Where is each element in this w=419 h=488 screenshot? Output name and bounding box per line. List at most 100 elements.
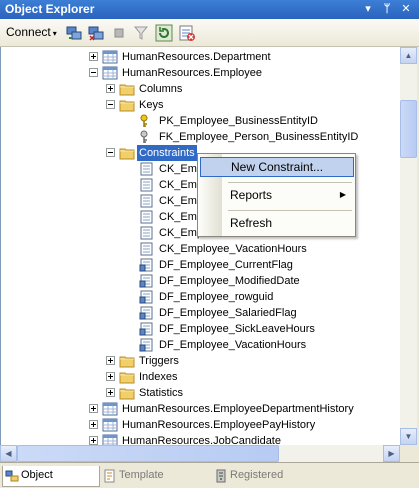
tab-label: Registered Servers (230, 469, 284, 481)
collapse-icon[interactable] (106, 148, 115, 157)
scroll-right-button[interactable]: ▶ (383, 445, 400, 462)
tree-node[interactable]: HumanResources.Employee (1, 65, 400, 81)
scroll-left-button[interactable]: ◀ (0, 445, 17, 462)
refresh-icon[interactable] (155, 24, 173, 42)
menu-separator (228, 182, 352, 183)
table-icon (102, 434, 118, 445)
scroll-down-button[interactable]: ▼ (400, 428, 417, 445)
tab-label: Object Explorer (21, 469, 53, 481)
check-constraint-icon (139, 194, 155, 208)
expand-icon[interactable] (89, 420, 98, 429)
table-icon (102, 66, 118, 80)
tree-node-label: HumanResources.Department (122, 51, 271, 63)
tree-node[interactable]: FK_Employee_Person_BusinessEntityID (1, 129, 400, 145)
collapse-icon[interactable] (106, 100, 115, 109)
window-position-icon[interactable]: ▾ (360, 1, 376, 17)
scroll-thumb[interactable] (400, 100, 417, 158)
properties-icon[interactable] (178, 24, 196, 42)
menu-item-refresh[interactable]: Refresh (200, 214, 354, 234)
tree-node[interactable]: HumanResources.Department (1, 49, 400, 65)
tree-node[interactable]: HumanResources.JobCandidate (1, 433, 400, 445)
tree-node-label: DF_Employee_CurrentFlag (159, 259, 293, 271)
primary-key-icon (139, 114, 155, 128)
menu-item-label: Refresh (230, 216, 273, 230)
tree-node[interactable]: DF_Employee_CurrentFlag (1, 257, 400, 273)
close-icon[interactable]: ✕ (398, 1, 414, 17)
check-constraint-icon (139, 226, 155, 240)
object-tree[interactable]: HumanResources.Department HumanResources.… (0, 47, 400, 445)
folder-icon (119, 354, 135, 368)
expand-icon[interactable] (106, 84, 115, 93)
panel-title-bar: Object Explorer ▾ ᛘ ✕ (0, 0, 419, 19)
auto-hide-pin-icon[interactable]: ᛘ (379, 1, 395, 17)
tree-node-label: FK_Employee_Person_BusinessEntityID (159, 131, 359, 143)
tree-node-label: DF_Employee_rowguid (159, 291, 274, 303)
tree-node-label: Constraints (137, 145, 197, 161)
menu-item-label: Reports (230, 188, 273, 202)
expand-icon[interactable] (106, 372, 115, 381)
tree-node[interactable]: Statistics (1, 385, 400, 401)
context-menu: New Constraint... Reports ▶ Refresh (197, 153, 356, 237)
default-constraint-icon (139, 306, 155, 320)
check-constraint-icon (139, 210, 155, 224)
tree-node[interactable]: HumanResources.EmployeeDepartmentHistory (1, 401, 400, 417)
tree-node[interactable]: DF_Employee_rowguid (1, 289, 400, 305)
connect-label: Connect (6, 25, 51, 39)
tree-node-label: Keys (139, 99, 164, 111)
expand-icon[interactable] (106, 356, 115, 365)
tree-node[interactable]: Columns (1, 81, 400, 97)
tab-object-explorer[interactable]: Object Explorer (2, 466, 100, 487)
folder-icon (119, 146, 135, 160)
filter-icon[interactable] (132, 24, 150, 42)
disconnect-icon[interactable] (87, 24, 105, 42)
check-constraint-icon (139, 242, 155, 256)
menu-item-label: New Constraint... (231, 160, 324, 174)
tree-node[interactable]: PK_Employee_BusinessEntityID (1, 113, 400, 129)
menu-separator (228, 210, 352, 211)
menu-item-new-constraint[interactable]: New Constraint... (200, 157, 354, 177)
menu-item-reports[interactable]: Reports ▶ (200, 186, 354, 206)
tree-node[interactable]: DF_Employee_VacationHours (1, 337, 400, 353)
stop-icon[interactable] (110, 24, 128, 42)
tree-node-label: Columns (139, 83, 183, 95)
tree-node[interactable]: Indexes (1, 369, 400, 385)
tab-label: Template Explorer (119, 469, 164, 481)
object-explorer-icon (5, 469, 19, 483)
scroll-up-button[interactable]: ▲ (400, 47, 417, 64)
registered-servers-icon (214, 469, 228, 483)
tree-node[interactable]: Triggers (1, 353, 400, 369)
expand-icon[interactable] (106, 388, 115, 397)
horizontal-scroll-thumb[interactable] (17, 445, 279, 462)
folder-icon (119, 370, 135, 384)
tree-node-label: DF_Employee_SalariedFlag (159, 307, 297, 319)
tree-node[interactable]: DF_Employee_ModifiedDate (1, 273, 400, 289)
tree-node[interactable]: CK_Employee_VacationHours (1, 241, 400, 257)
tab-template-explorer[interactable]: Template Explorer (101, 466, 211, 487)
tab-registered-servers[interactable]: Registered Servers (212, 466, 326, 487)
expand-icon[interactable] (89, 52, 98, 61)
collapse-icon[interactable] (89, 68, 98, 77)
folder-icon (119, 386, 135, 400)
tree-node[interactable]: DF_Employee_SickLeaveHours (1, 321, 400, 337)
bottom-tab-strip: Object Explorer Template Explorer Regist… (0, 462, 419, 488)
tree-node[interactable]: HumanResources.EmployeePayHistory (1, 417, 400, 433)
tree-node[interactable]: Keys (1, 97, 400, 113)
folder-icon (119, 82, 135, 96)
expand-icon[interactable] (89, 436, 98, 445)
table-icon (102, 402, 118, 416)
tree-node-label: Triggers (139, 355, 179, 367)
tree-node-label: Statistics (139, 387, 184, 399)
tree-node-label: Indexes (139, 371, 178, 383)
connect-icon[interactable] (65, 24, 83, 42)
connect-button[interactable]: Connect ▾ (6, 25, 57, 39)
tree-node-label: DF_Employee_VacationHours (159, 339, 307, 351)
tree-node[interactable]: DF_Employee_SalariedFlag (1, 305, 400, 321)
default-constraint-icon (139, 322, 155, 336)
tree-node-label: HumanResources.EmployeeDepartmentHistory (122, 403, 354, 415)
check-constraint-icon (139, 178, 155, 192)
tree-node-label: DF_Employee_ModifiedDate (159, 275, 300, 287)
vertical-scrollbar[interactable]: ▲ ▼ (400, 47, 417, 445)
folder-icon (119, 98, 135, 112)
expand-icon[interactable] (89, 404, 98, 413)
horizontal-scrollbar[interactable]: ◀ ▶ (0, 445, 400, 462)
